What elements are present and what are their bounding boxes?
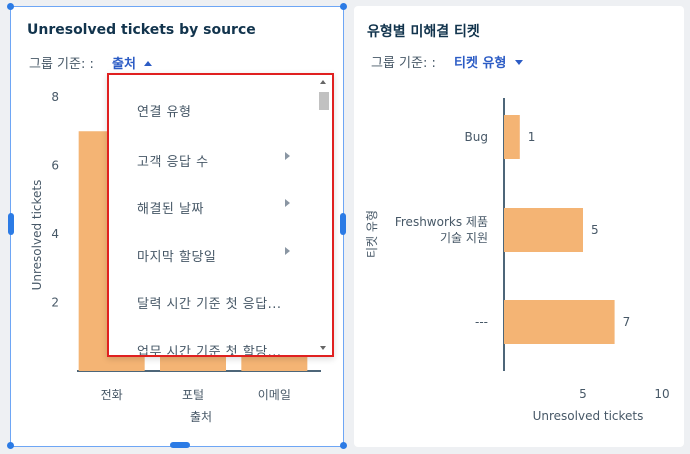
y-tick-label: 4: [51, 227, 59, 241]
y-tick-label: 기술 지원: [440, 231, 488, 245]
x-tick-label: 10: [654, 387, 669, 401]
x-tick-label: 전화: [101, 388, 123, 402]
y-tick-label: 6: [51, 159, 59, 173]
dropdown-scrollbar[interactable]: [318, 77, 329, 353]
bar: [504, 115, 520, 159]
resize-corner-bottom-right[interactable]: [340, 442, 347, 449]
resize-handle-bottom[interactable]: [170, 442, 190, 448]
scroll-down-arrow-icon[interactable]: [320, 346, 326, 350]
x-tick-label: 이메일: [258, 388, 291, 402]
x-tick-label: 5: [579, 387, 587, 401]
right-widget-card[interactable]: 유형별 미해결 티켓 그룹 기준: : 티켓 유형 1 Bug 5 Freshwork…: [354, 6, 684, 447]
bar: [504, 208, 583, 252]
data-label: 7: [623, 315, 631, 329]
dropdown-item[interactable]: 고객 응답 수: [137, 151, 209, 170]
scroll-up-arrow-icon[interactable]: [320, 80, 326, 84]
submenu-arrow-icon: [285, 247, 290, 255]
y-tick-label: 2: [51, 296, 59, 310]
x-axis-title: 출처: [190, 410, 212, 424]
resize-corner-bottom-left[interactable]: [7, 442, 14, 449]
resize-handle-left[interactable]: [8, 213, 14, 235]
y-tick-label: ---: [475, 315, 488, 329]
y-axis-title: Unresolved tickets: [30, 180, 44, 291]
resize-corner-top-left[interactable]: [7, 3, 14, 10]
x-tick-label: 포털: [182, 388, 204, 402]
group-by-dropdown-menu[interactable]: 연결 유형 고객 응답 수 해결된 날짜 마지막 할당일 달력 시간 기준 첫 …: [107, 73, 334, 357]
dropdown-item[interactable]: 마지막 할당일: [137, 246, 216, 265]
right-chart: 1 Bug 5 Freshworks 제품기술 지원 7 --- 5 10 Unresolved…: [365, 98, 670, 423]
dropdown-item[interactable]: 달력 시간 기준 첫 응답...: [137, 293, 282, 312]
dropdown-item[interactable]: 해결된 날짜: [137, 198, 204, 217]
data-label: 1: [528, 130, 536, 144]
y-tick-label: 8: [51, 90, 59, 104]
dropdown-item[interactable]: 연결 유형: [137, 101, 191, 120]
resize-corner-top-right[interactable]: [340, 3, 347, 10]
y-tick-label: Bug: [465, 130, 488, 144]
scrollbar-thumb[interactable]: [319, 92, 329, 110]
resize-handle-right[interactable]: [340, 213, 346, 235]
dropdown-item[interactable]: 업무 시간 기준 첫 할당...: [137, 341, 282, 355]
submenu-arrow-icon: [285, 199, 290, 207]
data-label: 5: [591, 223, 599, 237]
bar: [504, 300, 615, 344]
y-tick-label: Freshworks 제품: [395, 215, 488, 229]
submenu-arrow-icon: [285, 152, 290, 160]
y-axis-title: 티켓 유형: [365, 210, 379, 258]
x-axis-title: Unresolved tickets: [533, 409, 644, 423]
